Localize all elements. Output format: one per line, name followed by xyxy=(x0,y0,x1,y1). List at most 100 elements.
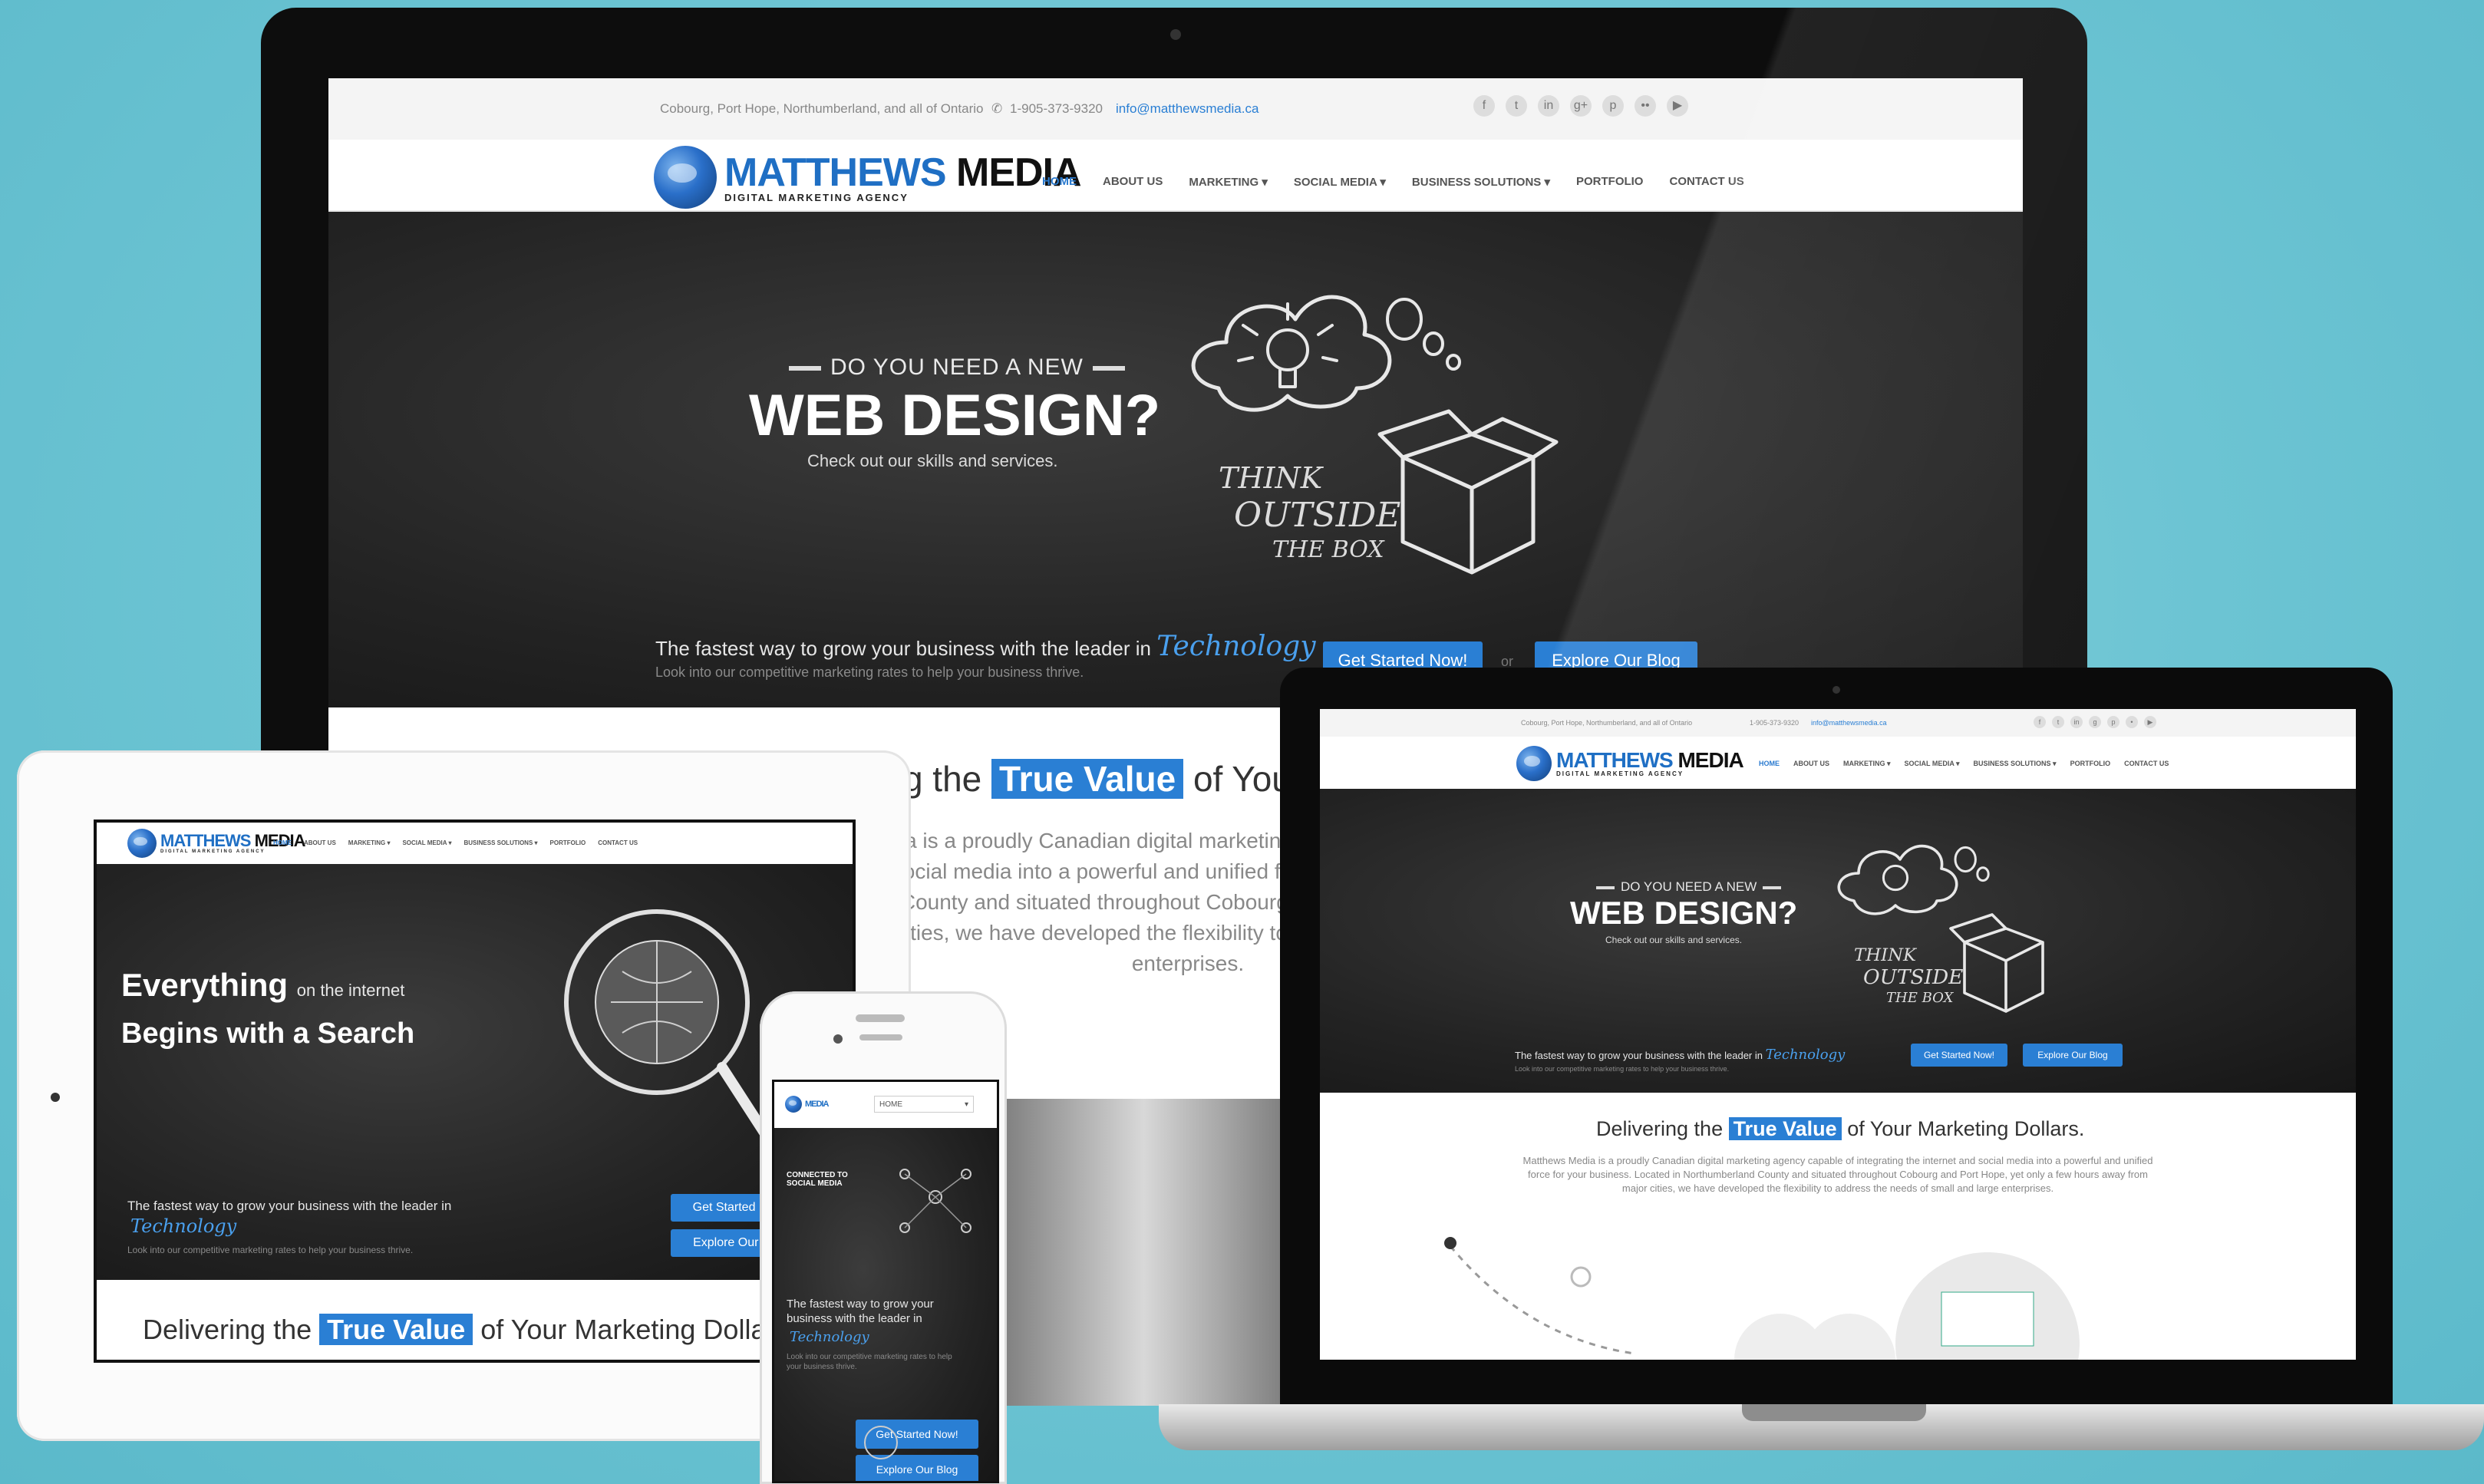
phone-text: 1-905-373-9320 xyxy=(1750,719,1799,727)
brand-tagline: DIGITAL MARKETING AGENCY xyxy=(724,191,909,203)
chalk-outside: OUTSIDE xyxy=(1863,965,1963,989)
email-link[interactable]: info@matthewsmedia.ca xyxy=(1116,101,1258,117)
globe-logo-icon xyxy=(127,829,157,858)
brand-first: MATTHEWS xyxy=(160,831,251,850)
phone-sensor xyxy=(859,1034,902,1040)
value-highlight: True Value xyxy=(319,1314,473,1345)
cta-script-word: Technology xyxy=(790,1329,869,1345)
main-nav: HOME ABOUT US MARKETING ▾ SOCIAL MEDIA ▾… xyxy=(1759,760,2169,768)
monitor-stand xyxy=(998,1076,1289,1406)
home-button[interactable] xyxy=(864,1426,898,1459)
google-plus-icon[interactable]: g xyxy=(2089,716,2101,728)
nav-select[interactable]: HOME ▾ xyxy=(874,1096,974,1113)
nav-social-media[interactable]: SOCIAL MEDIA ▾ xyxy=(1294,175,1386,189)
chalk-think: THINK xyxy=(1219,461,1324,495)
cta-line: The fastest way to grow your business wi… xyxy=(655,631,1316,662)
chalk-the-box: THE BOX xyxy=(1886,990,1955,1006)
tablet-hero-line1: Everything on the internet xyxy=(121,967,405,1003)
camera-icon xyxy=(1170,29,1181,40)
nav-marketing[interactable]: MARKETING ▾ xyxy=(348,839,391,846)
nav-social-media[interactable]: SOCIAL MEDIA ▾ xyxy=(1905,760,1960,768)
laptop-screen: Cobourg, Port Hope, Northumberland, and … xyxy=(1320,709,2356,1360)
brand-first: MATTHEWS xyxy=(724,150,947,195)
tablet-screen: MATTHEWS MEDIA DIGITAL MARKETING AGENCY … xyxy=(94,819,856,1363)
nav-marketing[interactable]: MARKETING ▾ xyxy=(1189,175,1268,189)
tablet-hero-small: on the internet xyxy=(296,981,405,1000)
nav-business-solutions[interactable]: BUSINESS SOLUTIONS ▾ xyxy=(464,839,538,846)
camera-icon xyxy=(51,1093,60,1102)
chalk-the-box: THE BOX xyxy=(1272,536,1385,563)
logo[interactable]: MATTHEWS MEDIA DIGITAL MARKETING AGENCY xyxy=(654,146,1082,209)
laptop: Cobourg, Port Hope, Northumberland, and … xyxy=(1280,668,2393,1404)
cta-subline: Look into our competitive marketing rate… xyxy=(787,1353,952,1371)
logo[interactable]: MATTHEWS MEDIA DIGITAL MARKETING AGENCY xyxy=(1516,746,1744,781)
nav-home[interactable]: HOME xyxy=(273,839,292,846)
nav-portfolio[interactable]: PORTFOLIO xyxy=(2070,760,2111,768)
facebook-icon[interactable]: f xyxy=(2034,716,2046,728)
hero-kicker: DO YOU NEED A NEW xyxy=(789,355,1125,381)
brand-first: MATTHEWS xyxy=(1556,748,1674,772)
twitter-icon[interactable]: t xyxy=(2052,716,2064,728)
linkedin-icon[interactable]: in xyxy=(2070,716,2083,728)
value-highlight: True Value xyxy=(991,759,1184,799)
nav-bar: MATTHEWS MEDIA DIGITAL MARKETING AGENCY … xyxy=(97,823,853,866)
nav-bar: MATTHEWS MEDIA DIGITAL MARKETING AGENCY … xyxy=(1320,737,2356,790)
hero-subhead: Check out our skills and services. xyxy=(807,451,1058,470)
hero-headline: WEB DESIGN? xyxy=(749,383,1161,448)
social-icons: f t in g p • ▶ xyxy=(2034,716,2156,728)
brand-tagline: DIGITAL MARKETING AGENCY xyxy=(1556,770,1684,777)
hero-kicker: DO YOU NEED A NEW xyxy=(1596,879,1782,895)
magnifier-globe-illustration xyxy=(564,909,770,1138)
value-body: Matthews Media is a proudly Canadian dig… xyxy=(1522,1155,2153,1194)
nav-business-solutions[interactable]: BUSINESS SOLUTIONS ▾ xyxy=(1974,760,2057,768)
nav-about[interactable]: ABOUT US xyxy=(304,839,336,846)
cta-line: The fastest way to grow your business wi… xyxy=(1515,1047,1846,1063)
location-text: Cobourg, Port Hope, Northumberland, and … xyxy=(1521,719,1693,727)
cta-script-word: Technology xyxy=(130,1215,237,1237)
cta-script-word: Technology xyxy=(1765,1047,1846,1063)
chalk-think: THINK xyxy=(1854,945,1918,965)
hero-subhead: Check out our skills and services. xyxy=(1605,935,1743,945)
nav-contact[interactable]: CONTACT US xyxy=(598,839,638,846)
cta-subline: Look into our competitive marketing rate… xyxy=(1515,1065,1730,1073)
nav-marketing[interactable]: MARKETING ▾ xyxy=(1843,760,1891,768)
phone-icon: ✆ xyxy=(991,101,1003,116)
nav-about[interactable]: ABOUT US xyxy=(1103,175,1163,189)
nav-contact[interactable]: CONTACT US xyxy=(2124,760,2169,768)
pinterest-icon[interactable]: p xyxy=(2107,716,2119,728)
cta-line: The fastest way to grow your business wi… xyxy=(127,1199,452,1213)
hero-banner: DO YOU NEED A NEW WEB DESIGN? Check out … xyxy=(1320,789,2356,1093)
globe-logo-icon xyxy=(654,146,717,209)
phone-speaker xyxy=(856,1014,905,1022)
youtube-icon[interactable]: ▶ xyxy=(2144,716,2156,728)
process-graphics xyxy=(1444,1237,2080,1360)
hero-headline: WEB DESIGN? xyxy=(1570,895,1798,931)
flickr-icon[interactable]: • xyxy=(2126,716,2138,728)
logo[interactable]: MEDIA xyxy=(785,1096,829,1113)
nav-portfolio[interactable]: PORTFOLIO xyxy=(550,839,586,846)
location-text: Cobourg, Port Hope, Northumberland, and … xyxy=(660,101,984,116)
camera-icon xyxy=(833,1034,843,1044)
chalk-outside: OUTSIDE xyxy=(1234,496,1400,535)
value-highlight: True Value xyxy=(1728,1117,1842,1140)
nav-social-media[interactable]: SOCIAL MEDIA ▾ xyxy=(402,839,451,846)
tablet-hero-line2: Begins with a Search xyxy=(121,1017,415,1050)
phone-text: 1-905-373-9320 xyxy=(1010,101,1103,116)
globe-logo-icon xyxy=(785,1096,802,1113)
globe-logo-icon xyxy=(1516,746,1552,781)
nav-home[interactable]: HOME xyxy=(1759,760,1780,768)
hero-banner: Everything on the internet Begins with a… xyxy=(97,864,853,1280)
nav-home[interactable]: HOME xyxy=(1042,175,1077,189)
phone-screen: MEDIA HOME ▾ CONNECTED TO SOCIAL MEDIA T… xyxy=(772,1080,999,1483)
explore-blog-button[interactable]: Explore Our Blog xyxy=(2023,1044,2123,1067)
brand-second: MEDIA xyxy=(1677,748,1743,772)
explore-blog-button[interactable]: Explore Our Blog xyxy=(856,1455,978,1481)
network-illustration xyxy=(899,1169,971,1233)
email-link[interactable]: info@matthewsmedia.ca xyxy=(1811,719,1887,727)
cta-script-word: Technology xyxy=(1156,631,1316,662)
brand-second: MEDIA xyxy=(805,1100,829,1109)
chevron-down-icon: ▾ xyxy=(964,1100,968,1109)
laptop-notch xyxy=(1742,1404,1926,1421)
nav-about[interactable]: ABOUT US xyxy=(1793,760,1829,768)
get-started-button[interactable]: Get Started Now! xyxy=(1911,1044,2007,1067)
